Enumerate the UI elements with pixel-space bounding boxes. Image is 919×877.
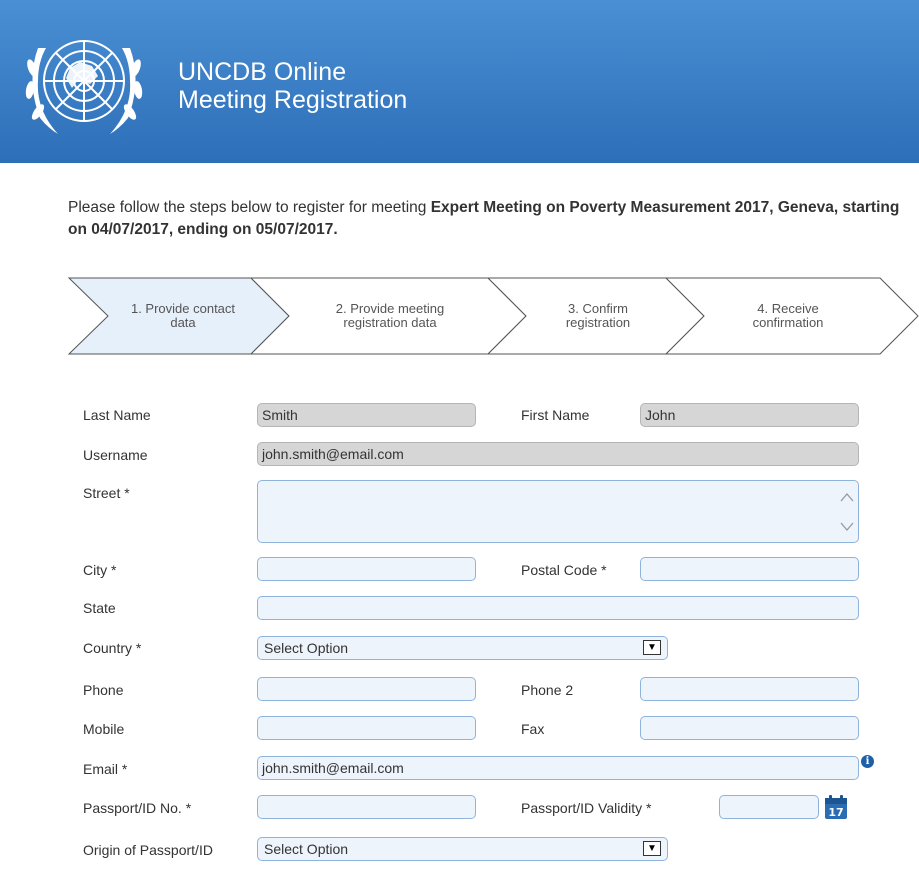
passport-validity-label: Passport/ID Validity * (521, 800, 652, 816)
passport-validity-field[interactable] (719, 795, 819, 819)
phone-label: Phone (83, 682, 124, 698)
scroll-up-icon[interactable] (838, 485, 856, 511)
app-title-line1: UNCDB Online (178, 58, 347, 86)
page-header: UNCDB Online Meeting Registration (0, 0, 919, 163)
state-label: State (83, 600, 116, 616)
step-3-line1: 3. Confirm (568, 301, 628, 316)
city-field[interactable] (257, 557, 476, 581)
registration-steps: 1. Provide contact data 2. Provide meeti… (68, 277, 919, 355)
un-emblem-logo (25, 40, 143, 134)
step-1-line2: data (170, 315, 196, 330)
step-4-line2: confirmation (752, 315, 824, 330)
step-3-line2: registration (565, 315, 631, 330)
step-2[interactable]: 2. Provide meeting registration data (290, 302, 490, 330)
step-3[interactable]: 3. Confirm registration (528, 302, 668, 330)
passport-no-label: Passport/ID No. * (83, 800, 192, 816)
postal-code-field[interactable] (640, 557, 859, 581)
postal-code-label: Postal Code * (521, 562, 607, 578)
step-4[interactable]: 4. Receive confirmation (708, 302, 868, 330)
chevron-down-icon[interactable]: ▼ (643, 640, 661, 655)
state-field[interactable] (257, 596, 859, 620)
step-2-line2: registration data (343, 315, 437, 330)
city-label: City * (83, 562, 117, 578)
phone2-label: Phone 2 (521, 682, 574, 698)
country-label: Country * (83, 640, 142, 656)
phone2-field[interactable] (640, 677, 859, 701)
app-title-line2: Meeting Registration (178, 86, 408, 114)
passport-no-field[interactable] (257, 795, 476, 819)
street-label: Street * (83, 485, 130, 501)
chevron-down-icon[interactable]: ▼ (643, 841, 661, 856)
country-selected: Select Option (264, 640, 349, 656)
app-title: UNCDB Online Meeting Registration (178, 58, 407, 114)
calendar-day-text: 17 (828, 806, 843, 819)
email-field[interactable]: john.smith@email.com (257, 756, 859, 780)
mobile-field[interactable] (257, 716, 476, 740)
fax-label: Fax (521, 721, 545, 737)
passport-origin-selected: Select Option (264, 841, 349, 857)
first-name-field[interactable]: John (640, 403, 859, 427)
step-1[interactable]: 1. Provide contact data (108, 302, 258, 330)
step-4-line1: 4. Receive (757, 301, 819, 316)
info-icon[interactable]: i (861, 755, 874, 768)
last-name-label: Last Name (83, 407, 151, 423)
passport-origin-label: Origin of Passport/ID (83, 842, 213, 858)
last-name-field[interactable]: Smith (257, 403, 476, 427)
username-field[interactable]: john.smith@email.com (257, 442, 859, 466)
mobile-label: Mobile (83, 721, 125, 737)
intro-prefix: Please follow the steps below to registe… (68, 199, 431, 216)
country-select[interactable]: Select Option ▼ (257, 636, 668, 660)
street-textarea[interactable] (257, 480, 859, 543)
first-name-label: First Name (521, 407, 590, 423)
fax-field[interactable] (640, 716, 859, 740)
step-2-line1: 2. Provide meeting (335, 301, 445, 316)
username-label: Username (83, 447, 148, 463)
email-label: Email * (83, 761, 128, 777)
step-1-line1: 1. Provide contact (130, 301, 236, 316)
intro-text: Please follow the steps below to registe… (68, 197, 918, 241)
calendar-icon[interactable]: 17 (824, 794, 848, 820)
passport-origin-select[interactable]: Select Option ▼ (257, 837, 668, 861)
scroll-down-icon[interactable] (838, 513, 856, 539)
phone-field[interactable] (257, 677, 476, 701)
